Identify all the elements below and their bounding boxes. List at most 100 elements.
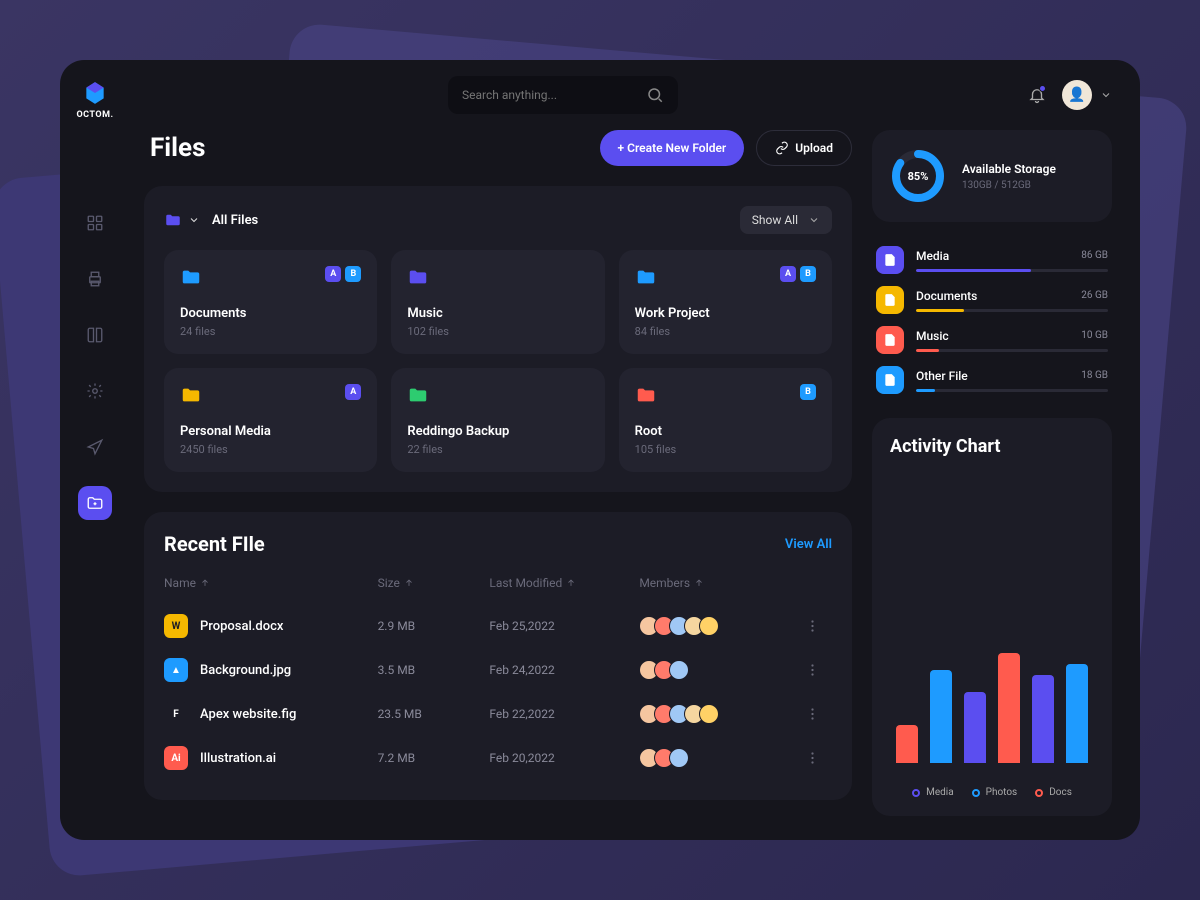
folder-count: 2450 files bbox=[180, 443, 361, 456]
storage-item[interactable]: Media86 GB bbox=[872, 240, 1112, 280]
file-modified: Feb 24,2022 bbox=[489, 663, 629, 677]
legend-item: Docs bbox=[1035, 787, 1072, 798]
nav-settings[interactable] bbox=[78, 374, 112, 408]
member-avatar bbox=[699, 616, 719, 636]
link-icon bbox=[775, 141, 789, 155]
chevron-down-icon bbox=[188, 214, 200, 226]
nav-print[interactable] bbox=[78, 262, 112, 296]
recent-title: Recent FIle bbox=[164, 532, 265, 556]
chart-bar bbox=[896, 725, 918, 764]
chart-bar bbox=[998, 653, 1020, 763]
file-size: 23.5 MB bbox=[378, 707, 480, 721]
sort-icon bbox=[694, 578, 704, 588]
chevron-down-icon bbox=[808, 214, 820, 226]
storage-card: 85% Available Storage 130GB / 512GB bbox=[872, 130, 1112, 222]
storage-item-size: 26 GB bbox=[1081, 290, 1108, 301]
file-name: Apex website.fig bbox=[200, 707, 296, 722]
row-menu[interactable] bbox=[802, 707, 822, 721]
nav-files[interactable] bbox=[78, 486, 112, 520]
col-name[interactable]: Name bbox=[164, 576, 368, 590]
file-size: 2.9 MB bbox=[378, 619, 480, 633]
sort-icon bbox=[200, 578, 210, 588]
col-modified[interactable]: Last Modified bbox=[489, 576, 629, 590]
nav-docs[interactable] bbox=[78, 318, 112, 352]
badge: B bbox=[345, 266, 361, 282]
row-menu[interactable] bbox=[802, 663, 822, 677]
nav-dashboard[interactable] bbox=[78, 206, 112, 240]
file-icon bbox=[883, 333, 897, 347]
folder-selector-label: All Files bbox=[212, 213, 258, 228]
search-input[interactable] bbox=[462, 88, 636, 102]
notifications[interactable] bbox=[1028, 86, 1046, 104]
activity-title: Activity Chart bbox=[890, 436, 1094, 457]
folder-icon bbox=[180, 266, 202, 288]
file-size: 7.2 MB bbox=[378, 751, 480, 765]
folder-name: Reddingo Backup bbox=[407, 424, 588, 439]
chart-bar bbox=[964, 692, 986, 764]
badge: B bbox=[800, 384, 816, 400]
notification-dot bbox=[1039, 85, 1046, 92]
storage-item[interactable]: Music10 GB bbox=[872, 320, 1112, 360]
folder-count: 22 files bbox=[407, 443, 588, 456]
table-row[interactable]: Ai Illustration.ai 7.2 MB Feb 20,2022 bbox=[164, 736, 832, 780]
storage-item-icon bbox=[876, 366, 904, 394]
storage-item[interactable]: Other File18 GB bbox=[872, 360, 1112, 400]
more-vertical-icon bbox=[811, 751, 814, 765]
folder-name: Documents bbox=[180, 306, 361, 321]
upload-button[interactable]: Upload bbox=[756, 130, 852, 166]
activity-panel: Activity Chart MediaPhotosDocs bbox=[872, 418, 1112, 816]
legend-item: Photos bbox=[972, 787, 1018, 798]
printer-icon bbox=[86, 270, 104, 288]
col-members[interactable]: Members bbox=[639, 576, 792, 590]
folder-card[interactable]: Music 102 files bbox=[391, 250, 604, 354]
col-size[interactable]: Size bbox=[378, 576, 480, 590]
storage-item-icon bbox=[876, 286, 904, 314]
file-size: 3.5 MB bbox=[378, 663, 480, 677]
storage-donut: 85% bbox=[890, 148, 946, 204]
folder-icon bbox=[180, 384, 202, 406]
storage-item-size: 10 GB bbox=[1081, 330, 1108, 341]
row-menu[interactable] bbox=[802, 751, 822, 765]
logo[interactable]: OCTOM. bbox=[76, 80, 113, 120]
folder-selector[interactable] bbox=[164, 211, 200, 229]
avatar: 👤 bbox=[1062, 80, 1092, 110]
chart-bar bbox=[1066, 664, 1088, 763]
more-vertical-icon bbox=[811, 663, 814, 677]
badge: B bbox=[800, 266, 816, 282]
folder-card[interactable]: B Root 105 files bbox=[619, 368, 832, 472]
search-box[interactable] bbox=[448, 76, 678, 114]
create-folder-button[interactable]: + Create New Folder bbox=[600, 130, 745, 166]
file-modified: Feb 25,2022 bbox=[489, 619, 629, 633]
header: Files + Create New Folder Upload bbox=[144, 130, 852, 166]
table-row[interactable]: ▲ Background.jpg 3.5 MB Feb 24,2022 bbox=[164, 648, 832, 692]
storage-item-name: Media bbox=[916, 249, 949, 263]
storage-item-icon bbox=[876, 246, 904, 274]
folder-card[interactable]: Reddingo Backup 22 files bbox=[391, 368, 604, 472]
folders-panel: All Files Show All AB Documents 24 files… bbox=[144, 186, 852, 492]
file-members bbox=[639, 660, 792, 680]
folder-name: Work Project bbox=[635, 306, 816, 321]
nav-send[interactable] bbox=[78, 430, 112, 464]
storage-item[interactable]: Documents26 GB bbox=[872, 280, 1112, 320]
logo-icon bbox=[82, 80, 108, 106]
folder-card[interactable]: A Personal Media 2450 files bbox=[164, 368, 377, 472]
table-row[interactable]: W Proposal.docx 2.9 MB Feb 25,2022 bbox=[164, 604, 832, 648]
user-menu[interactable]: 👤 bbox=[1062, 80, 1112, 110]
chart-bar bbox=[930, 670, 952, 764]
show-all-button[interactable]: Show All bbox=[740, 206, 832, 234]
storage-item-size: 18 GB bbox=[1081, 370, 1108, 381]
folder-card[interactable]: AB Documents 24 files bbox=[164, 250, 377, 354]
badge: A bbox=[325, 266, 341, 282]
folder-count: 105 files bbox=[635, 443, 816, 456]
view-all-link[interactable]: View All bbox=[785, 537, 832, 552]
table-row[interactable]: F Apex website.fig 23.5 MB Feb 22,2022 bbox=[164, 692, 832, 736]
storage-item-icon bbox=[876, 326, 904, 354]
file-icon: ▲ bbox=[164, 658, 188, 682]
folder-card[interactable]: AB Work Project 84 files bbox=[619, 250, 832, 354]
file-icon: W bbox=[164, 614, 188, 638]
badge: A bbox=[780, 266, 796, 282]
row-menu[interactable] bbox=[802, 619, 822, 633]
file-members bbox=[639, 748, 792, 768]
file-icon bbox=[883, 373, 897, 387]
folder-icon bbox=[164, 211, 182, 229]
